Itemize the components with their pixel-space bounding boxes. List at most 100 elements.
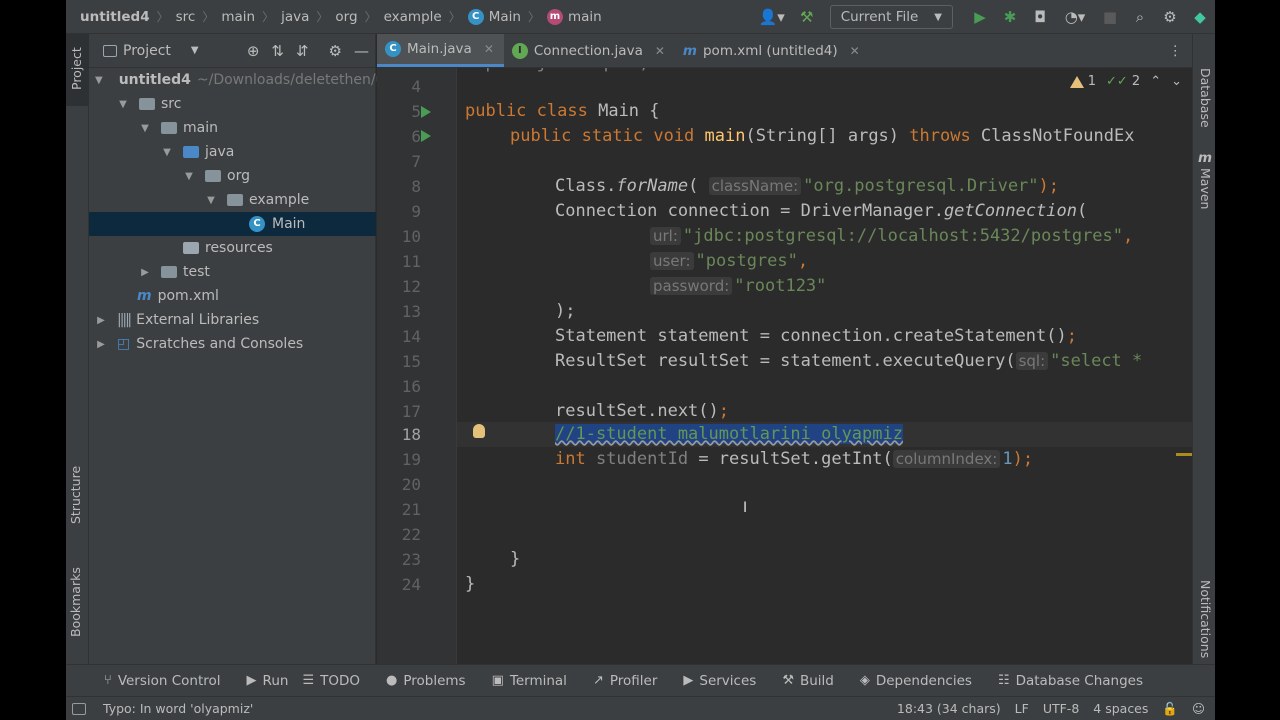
chevron-down-icon[interactable]: ▼ — [183, 171, 195, 182]
hide-icon[interactable]: — — [354, 42, 369, 60]
run-icon[interactable]: ▶ — [965, 0, 995, 34]
chevron-right-icon: 〉 — [448, 10, 461, 24]
folder-icon — [139, 98, 155, 110]
inspection-widget[interactable]: 1 ✓✓ 2 ⌃ ⌄ — [1069, 74, 1182, 89]
tab-connection-java[interactable]: I Connection.java ✕ — [504, 34, 675, 67]
chevron-down-icon[interactable]: ▼ — [205, 195, 217, 206]
profile-icon[interactable]: ◔▾ — [1055, 0, 1095, 34]
breadcrumb-project[interactable]: untitled4 — [80, 9, 150, 25]
tree-item-label: example — [249, 192, 310, 208]
resources-folder-icon — [183, 242, 199, 254]
project-tool-tab[interactable]: Project — [66, 34, 89, 106]
build-button[interactable]: ⚒ Build — [782, 673, 834, 689]
profiler-button[interactable]: ↗ Profiler — [593, 673, 657, 689]
inspector-icon[interactable]: ☺ — [1192, 701, 1205, 716]
weak-warning-count[interactable]: ✓✓ 2 — [1106, 74, 1140, 89]
settings-icon[interactable]: ⚙ — [1155, 0, 1185, 34]
tree-item-java[interactable]: ▼ java — [89, 140, 376, 164]
tree-item-src[interactable]: ▼ src — [89, 92, 376, 116]
user-icon[interactable]: 👤▾ — [752, 0, 792, 34]
close-icon[interactable]: ✕ — [850, 44, 860, 58]
tree-item-scratches[interactable]: ▶ ◰ Scratches and Consoles — [89, 332, 376, 356]
close-icon[interactable]: ✕ — [484, 42, 494, 56]
maven-icon: m — [1198, 150, 1213, 166]
chevron-down-icon[interactable]: ▼ — [117, 99, 129, 110]
ide-window: untitled4 〉 src 〉 main 〉 java 〉 org 〉 example… — [66, 0, 1215, 720]
maven-tool-label[interactable]: Maven — [1198, 168, 1213, 209]
close-icon[interactable]: ✕ — [655, 44, 665, 58]
code-area[interactable]: import java.sql.*; public class Main { p… — [457, 68, 1192, 664]
chevron-down-icon[interactable]: ▼ — [95, 75, 103, 86]
run-config-select[interactable]: Current File ▼ — [829, 5, 953, 29]
terminal-button[interactable]: ▣ Terminal — [492, 673, 567, 689]
scrollbar-marker[interactable] — [1176, 453, 1192, 456]
chevron-right-icon[interactable]: ▶ — [95, 315, 107, 326]
todo-button[interactable]: ☰ TODO — [302, 673, 360, 689]
run-gutter-icon[interactable] — [421, 130, 431, 142]
chevron-right-icon: 〉 — [202, 10, 215, 24]
tree-item-external-libraries[interactable]: ▶ |||‖ External Libraries — [89, 308, 376, 332]
tree-item-main-class[interactable]: C Main — [89, 212, 376, 236]
structure-tool-label[interactable]: Structure — [68, 466, 83, 524]
tree-item-example[interactable]: ▼ example — [89, 188, 376, 212]
breadcrumb-method[interactable]: m main — [546, 8, 602, 25]
tab-pom-xml[interactable]: m pom.xml (untitled4) ✕ — [675, 34, 870, 67]
tree-item-label: main — [183, 120, 218, 136]
tree-item-pom[interactable]: m pom.xml — [89, 284, 376, 308]
status-right: 18:43 (34 chars) LF UTF-8 4 spaces 🔓 ☺ — [897, 701, 1205, 717]
hammer-icon[interactable]: ⚒ — [792, 0, 822, 34]
tree-item-resources[interactable]: resources — [89, 236, 376, 260]
collapse-all-icon[interactable]: ⇵ — [296, 42, 309, 60]
bookmarks-tool-label[interactable]: Bookmarks — [68, 567, 83, 637]
chevron-right-icon[interactable]: ▶ — [95, 339, 107, 350]
search-icon[interactable]: ⌕ — [1125, 0, 1155, 34]
code-editor[interactable]: 4 5 6 7 8 9 10 11 12 13 14 15 16 17 18 1… — [377, 68, 1192, 664]
breadcrumb-src[interactable]: src — [176, 9, 196, 25]
indent-setting[interactable]: 4 spaces — [1093, 701, 1148, 716]
notifications-tool-label[interactable]: Notifications — [1198, 580, 1213, 658]
expand-all-icon[interactable]: ⇅ — [271, 42, 284, 60]
lock-icon[interactable]: 🔓 — [1162, 701, 1178, 717]
caret-position[interactable]: 18:43 (34 chars) — [897, 701, 1001, 716]
run-tool-button[interactable]: ▶ Run — [247, 673, 289, 689]
database-changes-button[interactable]: ☷ Database Changes — [998, 673, 1143, 689]
tree-item-main[interactable]: ▼ main — [89, 116, 376, 140]
line-separator[interactable]: LF — [1015, 701, 1029, 716]
breadcrumb-main[interactable]: main — [221, 9, 255, 25]
chevron-up-icon[interactable]: ⌃ — [1150, 74, 1161, 89]
gear-icon[interactable]: ⚙ — [329, 42, 342, 60]
stop-icon[interactable]: ■ — [1095, 0, 1125, 34]
breadcrumb-java[interactable]: java — [281, 9, 309, 25]
tree-item-org[interactable]: ▼ org — [89, 164, 376, 188]
chevron-down-icon[interactable]: ▼ — [139, 123, 151, 134]
project-view-select[interactable]: Project — [123, 43, 171, 59]
dependencies-button[interactable]: ◈ Dependencies — [860, 673, 972, 689]
locate-icon[interactable]: ⊕ — [247, 42, 260, 60]
project-tree: ▼ untitled4 ~/Downloads/deletethen/u ▼ s… — [89, 68, 384, 356]
breadcrumb-class-label: Main — [488, 8, 521, 25]
problems-button[interactable]: ● Problems — [386, 673, 466, 689]
more-tabs-icon[interactable]: ⋮ — [1169, 34, 1183, 68]
run-gutter-icon[interactable] — [421, 106, 431, 118]
chevron-right-icon[interactable]: ▶ — [139, 267, 151, 278]
tree-item-label: org — [227, 168, 250, 184]
breadcrumb-org[interactable]: org — [335, 9, 357, 25]
coverage-icon[interactable]: ◘ — [1025, 0, 1055, 34]
chevron-down-icon[interactable]: ▼ — [161, 147, 173, 158]
chevron-down-icon[interactable]: ▼ — [191, 45, 199, 56]
toolbox-icon[interactable]: ◆ — [1185, 0, 1215, 34]
debug-icon[interactable]: ✱ — [995, 0, 1025, 34]
file-encoding[interactable]: UTF-8 — [1043, 701, 1079, 716]
panel-toggle-icon[interactable] — [72, 702, 86, 715]
breadcrumb-class[interactable]: C Main — [467, 8, 521, 25]
tab-main-java[interactable]: C Main.java ✕ — [377, 34, 504, 67]
param-hint: sql: — [1015, 352, 1049, 370]
tree-item-untitled4[interactable]: ▼ untitled4 ~/Downloads/deletethen/u — [89, 68, 384, 92]
chevron-down-icon[interactable]: ⌄ — [1171, 74, 1182, 89]
services-button[interactable]: ▶ Services — [683, 673, 756, 689]
warning-count[interactable]: 1 — [1069, 74, 1096, 89]
breadcrumb-example[interactable]: example — [384, 9, 442, 25]
version-control-button[interactable]: ⑂ Version Control — [104, 673, 221, 689]
tree-item-test[interactable]: ▶ test — [89, 260, 376, 284]
database-tool-label[interactable]: Database — [1198, 68, 1213, 128]
